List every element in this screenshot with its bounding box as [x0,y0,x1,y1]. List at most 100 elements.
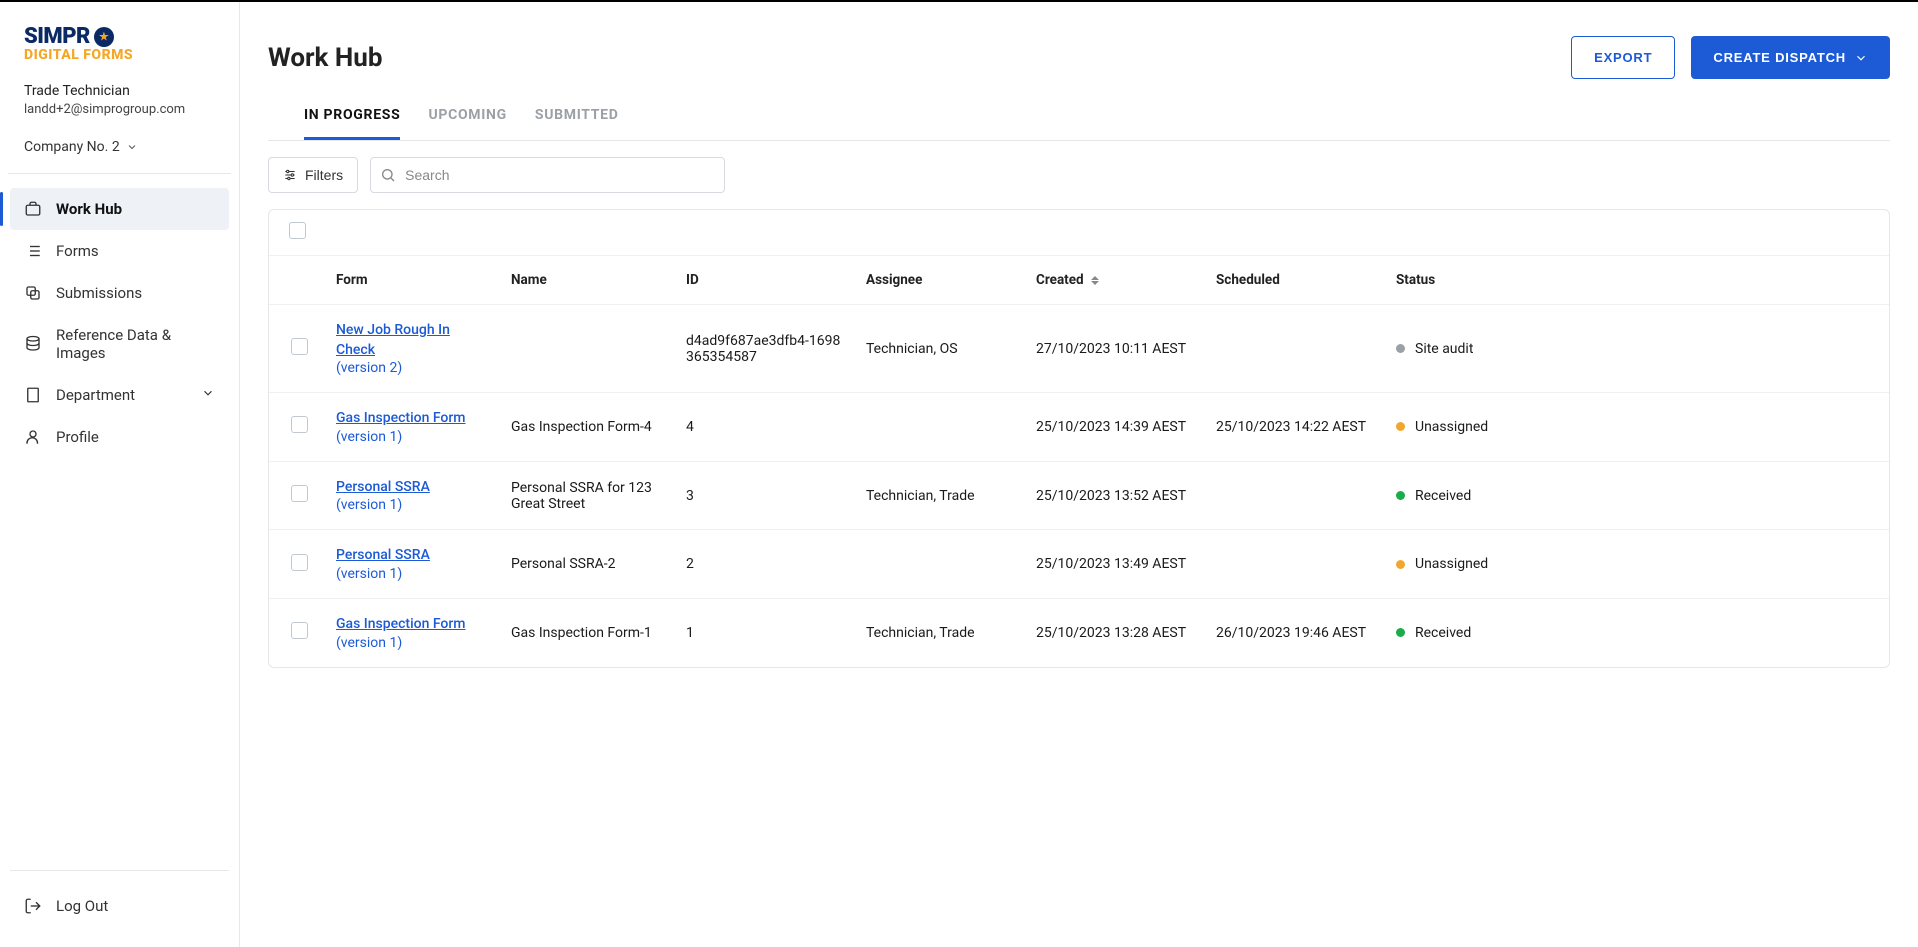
sort-icon [1091,276,1099,285]
tab-upcoming[interactable]: UPCOMING [428,99,506,140]
cell-created: 25/10/2023 13:52 AEST [1024,461,1204,530]
tab-in-progress[interactable]: IN PROGRESS [304,99,400,140]
table-row: New Job Rough In Check(version 2) d4ad9f6… [269,305,1889,393]
user-email: landd+2@simprogroup.com [24,102,215,117]
row-checkbox[interactable] [291,485,308,502]
cell-name [499,305,674,393]
chevron-down-icon [1854,51,1868,65]
company-name: Company No. 2 [24,139,120,155]
row-checkbox[interactable] [291,416,308,433]
divider [8,173,231,174]
cell-name: Personal SSRA for 123 Great Street [499,461,674,530]
search-input[interactable] [370,157,725,193]
row-checkbox[interactable] [291,554,308,571]
tab-submitted[interactable]: SUBMITTED [535,99,619,140]
filters-label: Filters [305,167,343,183]
col-assignee[interactable]: Assignee [854,256,1024,305]
table-card: Form Name ID Assignee Created Scheduled … [268,209,1890,668]
sidebar-item-label: Submissions [56,284,142,302]
list-icon [24,242,42,260]
sidebar-item-reference[interactable]: Reference Data & Images [10,314,229,374]
dispatch-table: Form Name ID Assignee Created Scheduled … [269,256,1889,667]
cell-status: Site audit [1384,305,1889,393]
row-checkbox[interactable] [291,622,308,639]
cell-id: 1 [674,598,854,666]
tabs: IN PROGRESS UPCOMING SUBMITTED [268,99,1890,141]
search-wrap [370,157,725,193]
sliders-icon [283,168,297,182]
cell-scheduled [1204,530,1384,599]
export-button[interactable]: EXPORT [1571,36,1675,79]
cell-name: Gas Inspection Form-1 [499,598,674,666]
table-row: Gas Inspection Form(version 1) Gas Inspec… [269,598,1889,666]
form-link[interactable]: Personal SSRA [336,478,487,498]
sidebar-item-label: Profile [56,428,99,446]
sidebar-item-logout[interactable]: Log Out [24,889,215,923]
form-version: (version 1) [336,566,487,582]
chevron-down-icon [201,386,215,404]
cell-status: Unassigned [1384,393,1889,462]
status-label: Received [1415,625,1471,641]
cell-id: 2 [674,530,854,599]
cell-id: 3 [674,461,854,530]
user-icon [24,428,42,446]
status-dot-icon [1396,491,1405,500]
table-row: Personal SSRA(version 1) Personal SSRA fo… [269,461,1889,530]
sidebar-item-label: Reference Data & Images [56,326,215,362]
chevron-down-icon [126,141,138,153]
cell-status: Received [1384,461,1889,530]
logout-icon [24,897,42,915]
col-status[interactable]: Status [1384,256,1889,305]
sidebar-item-label: Forms [56,242,99,260]
sidebar-item-department[interactable]: Department [10,374,229,416]
sidebar-item-profile[interactable]: Profile [10,416,229,458]
cell-id: d4ad9f687ae3dfb4-1698365354587 [674,305,854,393]
form-link[interactable]: Gas Inspection Form [336,615,487,635]
col-id[interactable]: ID [674,256,854,305]
cell-status: Received [1384,598,1889,666]
status-label: Unassigned [1415,556,1488,572]
cell-created: 25/10/2023 14:39 AEST [1024,393,1204,462]
status-label: Unassigned [1415,419,1488,435]
cell-scheduled [1204,461,1384,530]
cell-created: 25/10/2023 13:49 AEST [1024,530,1204,599]
create-dispatch-label: CREATE DISPATCH [1713,50,1846,65]
col-name[interactable]: Name [499,256,674,305]
form-link[interactable]: Gas Inspection Form [336,409,487,429]
copy-icon [24,284,42,302]
cell-assignee [854,393,1024,462]
filters-button[interactable]: Filters [268,157,358,193]
page-title: Work Hub [268,43,382,73]
company-selector[interactable]: Company No. 2 [0,131,239,173]
col-scheduled[interactable]: Scheduled [1204,256,1384,305]
sidebar-item-forms[interactable]: Forms [10,230,229,272]
create-dispatch-button[interactable]: CREATE DISPATCH [1691,36,1890,79]
cell-created: 25/10/2023 13:28 AEST [1024,598,1204,666]
cell-scheduled: 26/10/2023 19:46 AEST [1204,598,1384,666]
status-label: Site audit [1415,341,1473,357]
form-version: (version 2) [336,360,487,376]
status-label: Received [1415,488,1471,504]
cell-name: Personal SSRA-2 [499,530,674,599]
cell-scheduled: 25/10/2023 14:22 AEST [1204,393,1384,462]
briefcase-icon [24,200,42,218]
form-link[interactable]: Personal SSRA [336,546,487,566]
status-dot-icon [1396,344,1405,353]
cell-assignee [854,530,1024,599]
logo: SIMPR DIGITAL FORMS [0,2,239,75]
col-created[interactable]: Created [1024,256,1204,305]
sidebar-item-work-hub[interactable]: Work Hub [10,188,229,230]
user-block: Trade Technician landd+2@simprogroup.com [0,75,239,131]
cell-assignee: Technician, Trade [854,461,1024,530]
col-form[interactable]: Form [324,256,499,305]
gear-icon [94,27,114,47]
select-all-checkbox[interactable] [289,222,306,239]
row-checkbox[interactable] [291,338,308,355]
cell-scheduled [1204,305,1384,393]
form-version: (version 1) [336,497,487,513]
sidebar-item-label: Department [56,386,135,404]
table-row: Personal SSRA(version 1)Personal SSRA-22… [269,530,1889,599]
form-version: (version 1) [336,635,487,651]
form-link[interactable]: New Job Rough In Check [336,321,487,360]
sidebar-item-submissions[interactable]: Submissions [10,272,229,314]
